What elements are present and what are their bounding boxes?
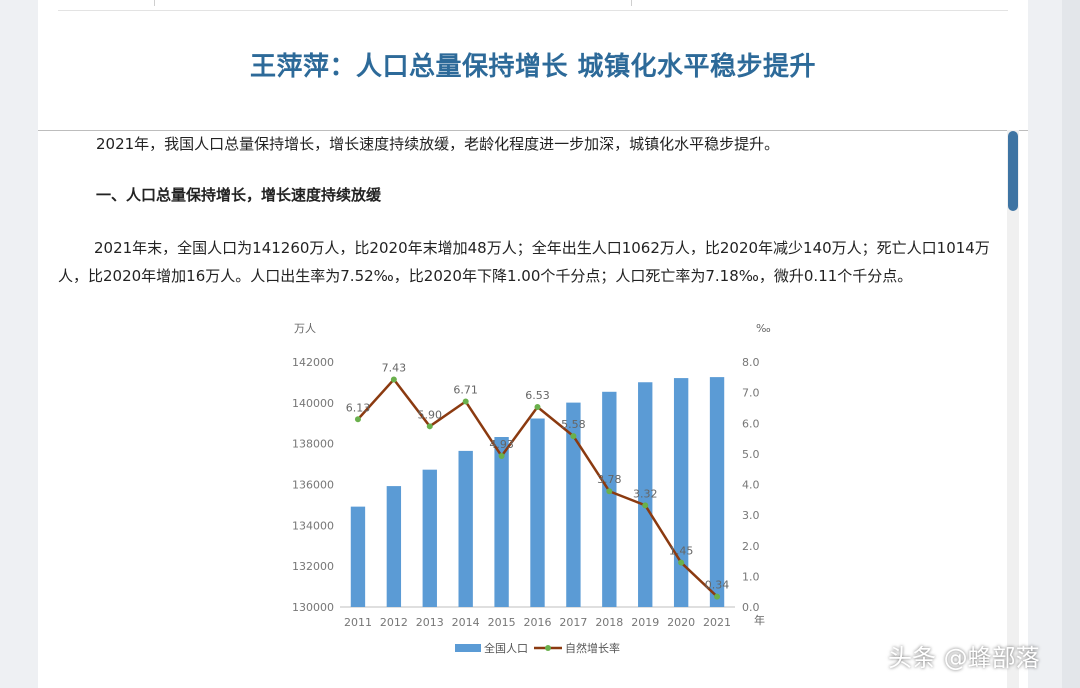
section-heading: 一、人口总量保持增长，增长速度持续放缓 [96,186,382,204]
intro-paragraph: 2021年，我国人口总量保持增长，增长速度持续放缓，老龄化程度进一步加深，城镇化… [96,135,780,153]
point-2020 [678,559,685,566]
y2-axis-title: ‰ [756,322,771,335]
y2-tick-label: 3.0 [742,509,760,522]
bar-2014 [458,450,473,607]
point-2019 [642,502,649,509]
data-label-2018: 3.78 [597,473,622,486]
watermark: 头条 @蜂部落 [888,644,1040,672]
x-tick-label: 2011 [344,616,372,629]
y2-tick-label: 2.0 [742,540,760,553]
y2-tick-label: 8.0 [742,356,760,369]
y2-tick-label: 5.0 [742,448,760,461]
legend-bar-swatch [455,644,481,652]
legend-line-label: 自然增长率 [565,641,620,655]
y2-tick-label: 0.0 [742,601,760,614]
x-tick-label: 2013 [416,616,444,629]
point-2018 [606,488,613,495]
bar-2021 [709,377,725,607]
data-label-2020: 1.45 [669,545,694,558]
bar-2020 [673,378,689,607]
data-label-2016: 6.53 [525,389,550,402]
data-label-2017: 5.58 [561,418,586,431]
y2-tick-label: 6.0 [742,417,760,430]
data-label-2012: 7.43 [382,361,407,374]
data-label-2014: 6.71 [453,384,478,397]
y-tick-label: 140000 [292,397,334,410]
y-tick-label: 130000 [292,601,334,614]
bar-2011 [350,506,366,607]
x-tick-label: 2018 [595,616,623,629]
data-label-2021: 0.34 [705,579,730,592]
data-label-2019: 3.32 [633,487,658,500]
scrollbar-track[interactable] [1007,130,1019,688]
point-2016 [534,404,541,411]
point-2013 [426,423,433,430]
population-chart: 万人 ‰ 年 130000 132000 134000 136000 138000 140… [270,317,792,664]
x-axis-title: 年 [754,613,765,627]
chart-legend: 全国人口 自然增长率 [455,641,620,655]
point-2015 [498,453,505,460]
data-label-2013: 5.90 [418,408,443,421]
y2-tick-label: 7.0 [742,387,760,400]
x-tick-label: 2012 [380,616,408,629]
chart-canvas: 万人 ‰ 年 130000 132000 134000 136000 138000 140… [292,322,771,655]
bar-series [350,377,725,607]
bar-2016 [530,418,545,607]
y-tick-label: 132000 [292,560,334,573]
point-2012 [390,376,397,383]
y2-tick-label: 1.0 [742,570,760,583]
top-divider [58,0,1008,11]
y-axis-title: 万人 [294,322,316,335]
x-tick-label: 2020 [667,616,695,629]
bar-2012 [386,486,402,607]
legend-line-marker [545,645,551,651]
x-tick-label: 2019 [631,616,659,629]
divider-tick [631,0,632,6]
x-tick-label: 2014 [452,616,480,629]
y-tick-label: 142000 [292,356,334,369]
bar-2015 [494,437,509,607]
point-2021 [714,593,721,600]
y-tick-label: 138000 [292,438,334,451]
divider-tick [154,0,155,6]
x-tick-label: 2017 [559,616,587,629]
article-title: 王萍萍：人口总量保持增长 城镇化水平稳步提升 [249,52,817,82]
x-tick-label: 2015 [488,616,516,629]
y2-tick-label: 4.0 [742,479,760,492]
bar-2013 [422,469,437,607]
y-tick-label: 134000 [292,519,334,532]
legend-bar-label: 全国人口 [484,641,528,655]
scrollbar-thumb[interactable] [1008,131,1018,211]
data-label-2015: 4.93 [489,438,514,451]
bar-2018 [602,391,617,607]
x-tick-label: 2021 [703,616,731,629]
point-2014 [462,398,469,405]
body-paragraph: 2021年末，全国人口为141260万人，比2020年末增加48万人；全年出生人… [58,239,990,285]
point-2011 [354,416,361,423]
y-tick-label: 136000 [292,479,334,492]
data-label-2011: 6.13 [346,401,371,414]
x-tick-label: 2016 [524,616,552,629]
window-edge [1062,0,1080,688]
point-2017 [570,433,577,440]
